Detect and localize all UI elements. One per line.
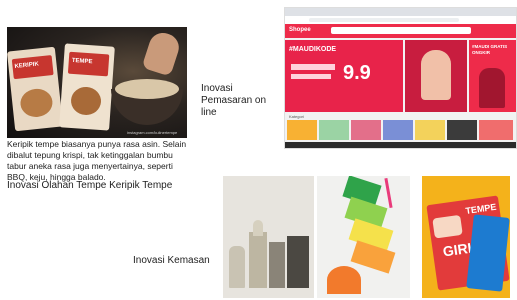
chips-bag-right: TEMPE — [59, 43, 115, 131]
hero-headline: #MAUDIKODE — [289, 46, 337, 53]
os-taskbar — [285, 142, 516, 148]
box-package — [253, 220, 263, 236]
category-tile — [383, 120, 413, 140]
box-package — [287, 236, 309, 288]
label-inovasi-pemasaran: Inovasi Pemasaran on line — [201, 83, 267, 118]
packaging-photo-boxes — [223, 176, 314, 298]
hero-right-promo: #MAUDI GRATIS ONGKIR — [472, 44, 508, 55]
category-tiles — [285, 120, 516, 142]
hero-banner-side — [405, 40, 467, 112]
product-photo: KERIPIK TEMPE instagram.com/kulinertempe — [7, 27, 187, 138]
product-caption: Keripik tempe biasanya punya rasa asin. … — [7, 139, 187, 182]
shop-search-bar — [331, 27, 471, 34]
box-package — [229, 246, 245, 288]
box-package — [249, 232, 267, 288]
tempe-bag-back — [466, 214, 510, 292]
browser-tab-bar — [285, 8, 516, 16]
hero-banner-right: #MAUDI GRATIS ONGKIR — [469, 40, 516, 112]
chips-bag-left: KERIPIK — [7, 46, 64, 132]
folded-package — [327, 266, 361, 294]
packaging-photo-folded — [317, 176, 410, 298]
straw — [384, 177, 393, 209]
online-shop-screenshot: Shopee #MAUDIKODE 9.9 #MAUDI GRATIS ONGK… — [284, 7, 517, 149]
hero-banner-main: #MAUDIKODE 9.9 — [285, 40, 403, 112]
label-inovasi-kemasan: Inovasi Kemasan — [133, 255, 210, 266]
category-tile — [287, 120, 317, 140]
category-tile — [351, 120, 381, 140]
category-tile — [319, 120, 349, 140]
photo-watermark: instagram.com/kulinertempe — [127, 130, 178, 135]
category-tile — [415, 120, 445, 140]
tempe-bag-text-1: TEMPE — [464, 201, 497, 216]
hero-big-number: 9.9 — [343, 62, 371, 84]
box-package — [269, 242, 285, 288]
folded-package — [350, 240, 396, 274]
category-title: Kategori — [289, 114, 304, 119]
category-tile — [479, 120, 513, 140]
chips-pile — [115, 79, 179, 99]
shop-logo: Shopee — [289, 27, 311, 33]
shop-header: Shopee — [285, 24, 516, 38]
category-tile — [447, 120, 477, 140]
packaging-photo-tempe-bag: TEMPE GIRL — [422, 176, 510, 298]
label-inovasi-olahan: Inovasi Olahan Tempe Keripik Tempe — [7, 180, 173, 191]
